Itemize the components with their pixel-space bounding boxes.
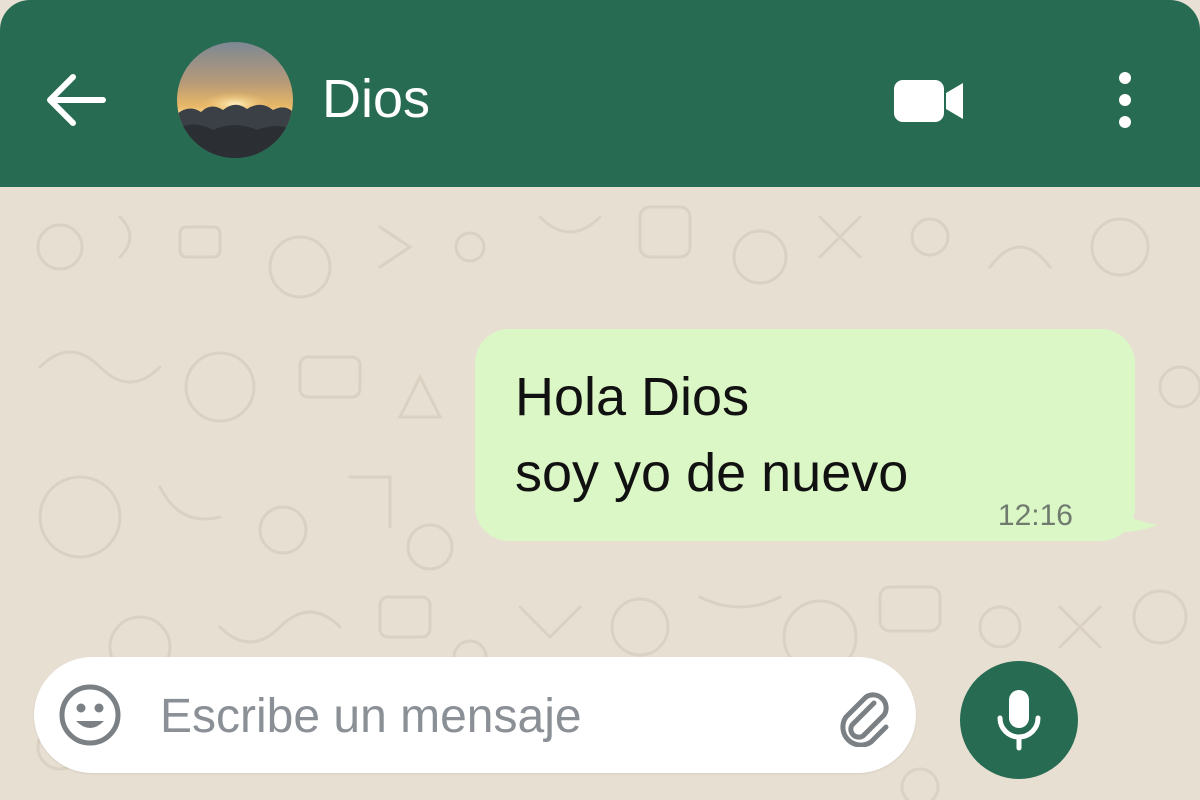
- chat-window: Dios Hola Dios soy yo de nuevo 12:16 Esc…: [0, 0, 1200, 800]
- smiley-icon: [59, 684, 121, 746]
- outgoing-message-bubble[interactable]: Hola Dios soy yo de nuevo 12:16: [475, 329, 1135, 541]
- vertical-dots-icon: [1119, 72, 1131, 128]
- attach-button[interactable]: [834, 685, 896, 748]
- arrow-left-icon: [47, 74, 106, 126]
- message-line: soy yo de nuevo: [515, 443, 909, 503]
- contact-name[interactable]: Dios: [322, 66, 430, 132]
- message-line: Hola Dios: [515, 367, 750, 427]
- emoji-button[interactable]: [58, 683, 122, 747]
- message-timestamp: 12:16: [997, 499, 1073, 532]
- paperclip-icon: [840, 692, 889, 748]
- message-text: Hola Dios soy yo de nuevo: [515, 359, 908, 511]
- message-composer: [34, 657, 916, 773]
- video-camera-icon: [894, 80, 963, 122]
- message-list[interactable]: Hola Dios soy yo de nuevo 12:16: [0, 187, 1200, 800]
- sunset-clouds-avatar: [177, 42, 293, 158]
- video-call-button[interactable]: [886, 68, 972, 134]
- avatar[interactable]: [177, 42, 293, 158]
- message-input[interactable]: [158, 681, 822, 751]
- microphone-icon: [997, 690, 1041, 751]
- chat-header: Dios: [0, 0, 1200, 187]
- microphone-button[interactable]: [960, 661, 1078, 779]
- bubble-tail: [1098, 477, 1158, 533]
- back-button[interactable]: [38, 62, 114, 138]
- menu-button[interactable]: [1100, 64, 1150, 136]
